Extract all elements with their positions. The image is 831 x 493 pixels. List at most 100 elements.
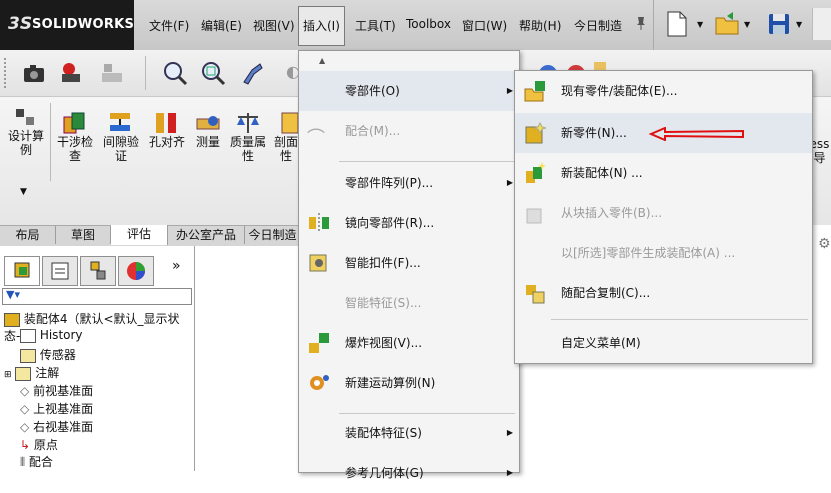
previous-view-icon[interactable] bbox=[240, 60, 268, 89]
copy-with-mates-icon bbox=[523, 281, 547, 305]
menu-today[interactable]: 今日制造 bbox=[569, 15, 627, 36]
mass-properties-icon[interactable] bbox=[235, 111, 261, 138]
save-dropdown-icon[interactable]: ▼ bbox=[796, 20, 802, 29]
ribbon-expand-icon[interactable]: ▼ bbox=[20, 187, 27, 197]
section-properties-icon[interactable] bbox=[280, 111, 300, 138]
new-assembly-item[interactable]: 新装配体(N) ... bbox=[515, 153, 812, 193]
solidworks-logo[interactable]: 3S SOLIDWORKS bbox=[0, 0, 134, 50]
menu-scroll-up[interactable]: ▲ bbox=[299, 51, 519, 71]
insert-smart-feature-item[interactable]: 智能特征(S)... bbox=[299, 283, 519, 323]
feature-tree-tab[interactable] bbox=[4, 256, 40, 286]
sensor-icon bbox=[20, 348, 36, 363]
menu-toolbox[interactable]: Toolbox bbox=[401, 15, 456, 33]
insert-part-from-block-item[interactable]: 从块插入零件(B)... bbox=[515, 193, 812, 233]
clearance-label[interactable]: 间隙验证 bbox=[100, 135, 142, 163]
insert-component-pattern-item[interactable]: 零部件阵列(P)... ▶ bbox=[299, 163, 519, 203]
customize-menu-item[interactable]: 自定义菜单(M) bbox=[515, 323, 812, 363]
measure-icon[interactable] bbox=[195, 111, 221, 138]
tree-item-history[interactable]: History bbox=[20, 328, 83, 343]
filter-icon[interactable]: ▼▾ bbox=[6, 288, 20, 301]
expand-icon[interactable]: ⊞ bbox=[4, 370, 12, 380]
annotation-icon bbox=[15, 366, 32, 381]
hole-alignment-icon[interactable] bbox=[154, 111, 180, 138]
open-dropdown-icon[interactable]: ▼ bbox=[744, 20, 750, 29]
open-folder-icon[interactable] bbox=[713, 8, 743, 40]
measure-label[interactable]: 测量 bbox=[188, 135, 228, 149]
tree-item-top-plane[interactable]: ◇ 上视基准面 bbox=[20, 400, 93, 417]
tree-item-annotations[interactable]: ⊞ 注解 bbox=[4, 364, 59, 381]
tree-item-mates[interactable]: ⫴ 配合 bbox=[20, 453, 53, 470]
red-arrow-annotation-icon bbox=[648, 126, 745, 142]
tree-item-front-plane[interactable]: ◇ 前视基准面 bbox=[20, 382, 93, 399]
tree-item-sensors[interactable]: 传感器 bbox=[20, 346, 76, 363]
save-icon[interactable] bbox=[764, 8, 794, 40]
filter-bar[interactable]: ▼▾ bbox=[2, 288, 192, 305]
menu-window[interactable]: 窗口(W) bbox=[457, 15, 512, 36]
interference-icon[interactable] bbox=[62, 111, 88, 138]
submenu-arrow-icon: ▶ bbox=[506, 428, 513, 437]
assembly-icon bbox=[4, 312, 20, 327]
exploded-view-icon bbox=[307, 331, 331, 355]
insert-assembly-feature-item[interactable]: 装配体特征(S) ▶ bbox=[299, 413, 519, 453]
menu-insert[interactable]: 插入(I) bbox=[298, 6, 345, 46]
existing-part-icon bbox=[523, 79, 547, 103]
more-toolbar[interactable] bbox=[812, 8, 831, 40]
tab-today-manufacturing[interactable]: 今日制造 bbox=[245, 226, 301, 244]
scroll-up-icon: ▲ bbox=[319, 56, 326, 65]
insert-menu: ▲ 零部件(O) ▶ ⌒ 配合(M)... 零部件阵列(P)... ▶ 镜向零部… bbox=[298, 50, 520, 480]
plane-icon: ◇ bbox=[20, 384, 30, 398]
hole-alignment-label[interactable]: 孔对齐 bbox=[146, 135, 188, 149]
tree-item-right-plane[interactable]: ◇ 右视基准面 bbox=[20, 418, 93, 435]
menu-tools[interactable]: 工具(T) bbox=[350, 15, 401, 36]
plane-icon: ◇ bbox=[20, 402, 30, 416]
pin-icon[interactable] bbox=[634, 15, 648, 31]
insert-reference-geometry-item[interactable]: 参考几何体(G) ▶ bbox=[299, 453, 519, 493]
tab-office-products[interactable]: 办公室产品 bbox=[168, 226, 245, 244]
menu-help[interactable]: 帮助(H) bbox=[514, 15, 566, 36]
tree-item-origin[interactable]: ↳ 原点 bbox=[20, 436, 58, 453]
view-gear-icon[interactable]: ⚙ bbox=[818, 236, 831, 252]
configuration-manager-tab[interactable] bbox=[80, 256, 116, 286]
section-properties-label[interactable]: 剖面性 bbox=[272, 135, 300, 163]
submenu-arrow-icon: ▶ bbox=[506, 86, 513, 95]
component-submenu: 现有零件/装配体(E)... 新零件(N)... 新装配体(N) ... 从块插… bbox=[514, 70, 813, 364]
more-tabs-icon[interactable]: » bbox=[172, 258, 181, 274]
tab-layout[interactable]: 布局 bbox=[0, 226, 56, 244]
record-icon[interactable] bbox=[58, 60, 84, 87]
insert-mirror-components-item[interactable]: 镜向零部件(R)... bbox=[299, 203, 519, 243]
menu-edit[interactable]: 编辑(E) bbox=[196, 15, 247, 36]
mass-properties-label[interactable]: 质量属性 bbox=[226, 135, 270, 163]
copy-with-mates-item[interactable]: 随配合复制(C)... bbox=[515, 273, 812, 313]
clearance-icon[interactable] bbox=[108, 111, 134, 138]
feature-manager-panel: » ▼▾ 装配体4（默认<默认_显示状态- History 传感器 ⊞ 注解 ◇… bbox=[0, 246, 195, 471]
stop-record-icon[interactable] bbox=[100, 60, 126, 87]
tab-evaluate[interactable]: 评估 bbox=[111, 225, 168, 245]
plane-icon: ◇ bbox=[20, 420, 30, 434]
existing-part-assembly-item[interactable]: 现有零件/装配体(E)... bbox=[515, 71, 812, 111]
insert-smart-fasteners-item[interactable]: 智能扣件(F)... bbox=[299, 243, 519, 283]
interference-label[interactable]: 干涉检查 bbox=[54, 135, 96, 163]
camera-icon[interactable] bbox=[22, 62, 46, 87]
property-manager-tab[interactable] bbox=[42, 256, 78, 286]
menu-view[interactable]: 视图(V) bbox=[248, 15, 300, 36]
insert-components-item[interactable]: 零部件(O) ▶ bbox=[299, 71, 519, 111]
assembly-from-components-item[interactable]: 以[所选]零部件生成装配体(A) ... bbox=[515, 233, 812, 273]
history-icon bbox=[20, 328, 36, 343]
zoom-area-icon[interactable] bbox=[200, 60, 226, 89]
zoom-to-fit-icon[interactable] bbox=[162, 60, 188, 89]
new-dropdown-icon[interactable]: ▼ bbox=[697, 20, 703, 29]
command-manager-tabs: 布局 草图 评估 办公室产品 今日制造 bbox=[0, 225, 301, 246]
new-document-icon[interactable] bbox=[662, 8, 692, 40]
menu-file[interactable]: 文件(F) bbox=[144, 15, 194, 36]
insert-exploded-view-item[interactable]: 爆炸视图(V)... bbox=[299, 323, 519, 363]
toolbar-grip[interactable] bbox=[4, 58, 10, 88]
design-study-label[interactable]: 设计算例 bbox=[4, 129, 48, 157]
display-manager-tab[interactable] bbox=[118, 256, 154, 286]
paperclip-icon: ⌒ bbox=[307, 128, 325, 149]
origin-icon: ↳ bbox=[20, 438, 31, 452]
tab-sketch[interactable]: 草图 bbox=[56, 226, 111, 244]
submenu-arrow-icon: ▶ bbox=[506, 468, 513, 477]
fastener-icon bbox=[307, 251, 331, 275]
insert-mate-item[interactable]: ⌒ 配合(M)... bbox=[299, 111, 519, 151]
insert-new-motion-study-item[interactable]: 新建运动算例(N) bbox=[299, 363, 519, 403]
